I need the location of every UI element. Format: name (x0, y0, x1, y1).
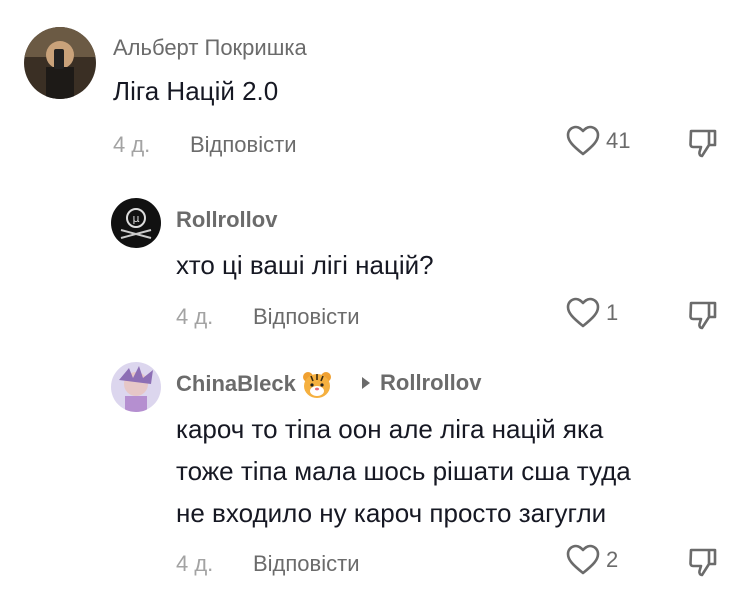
tiger-face-icon (302, 372, 331, 399)
comment-text-line: тоже тіпа мала шось рішати сша туда (176, 456, 631, 486)
comment: Альберт Покришка Ліга Націй 2.0 4 д. Від… (0, 0, 750, 190)
reply-to[interactable]: Rollrollov (362, 370, 481, 396)
comment-text: кароч то тіпа оон але ліга націй яка тож… (176, 408, 631, 534)
heart-outline-icon (566, 544, 600, 575)
avatar[interactable]: μ (111, 198, 161, 248)
reply-comment: ChinaBleck Rollrollov кароч то тіпа оон … (0, 350, 750, 597)
comment-time: 4 д. (176, 551, 214, 576)
comment-text: Ліга Націй 2.0 (113, 76, 279, 106)
play-arrow-icon (362, 377, 370, 389)
svg-text:μ: μ (133, 212, 140, 225)
thumbs-down-outline-icon[interactable] (687, 299, 719, 331)
reply-button[interactable]: Відповісти (253, 551, 360, 577)
comment-author[interactable]: ChinaBleck (176, 371, 332, 399)
heart-outline-icon (566, 125, 600, 156)
comment-time: 4 д. (113, 132, 151, 157)
reply-button[interactable]: Відповісти (190, 132, 297, 158)
like-button[interactable]: 1 (566, 297, 618, 329)
like-count: 2 (606, 547, 619, 572)
comment-text: хто ці ваші лігі націй? (176, 250, 434, 280)
comment-text-line: не входило ну кароч просто загугли (176, 498, 607, 528)
thumbs-down-outline-icon[interactable] (687, 546, 719, 578)
comment-text-line: кароч то тіпа оон але ліга націй яка (176, 414, 604, 444)
comment-author[interactable]: Rollrollov (176, 207, 277, 233)
comment-author[interactable]: Альберт Покришка (113, 35, 307, 61)
reply-button[interactable]: Відповісти (253, 304, 360, 330)
avatar[interactable] (24, 27, 96, 99)
like-count: 1 (606, 300, 619, 325)
heart-outline-icon (566, 297, 600, 328)
author-name: ChinaBleck (176, 371, 296, 396)
avatar[interactable] (111, 362, 161, 412)
like-count: 41 (606, 128, 631, 153)
like-button[interactable]: 2 (566, 544, 618, 576)
like-button[interactable]: 41 (566, 125, 630, 157)
comment-time: 4 д. (176, 304, 214, 329)
thumbs-down-outline-icon[interactable] (687, 127, 719, 159)
reply-to-user: Rollrollov (380, 370, 482, 395)
reply-comment: μ Rollrollov хто ці ваші лігі націй? 4 д… (0, 190, 750, 350)
